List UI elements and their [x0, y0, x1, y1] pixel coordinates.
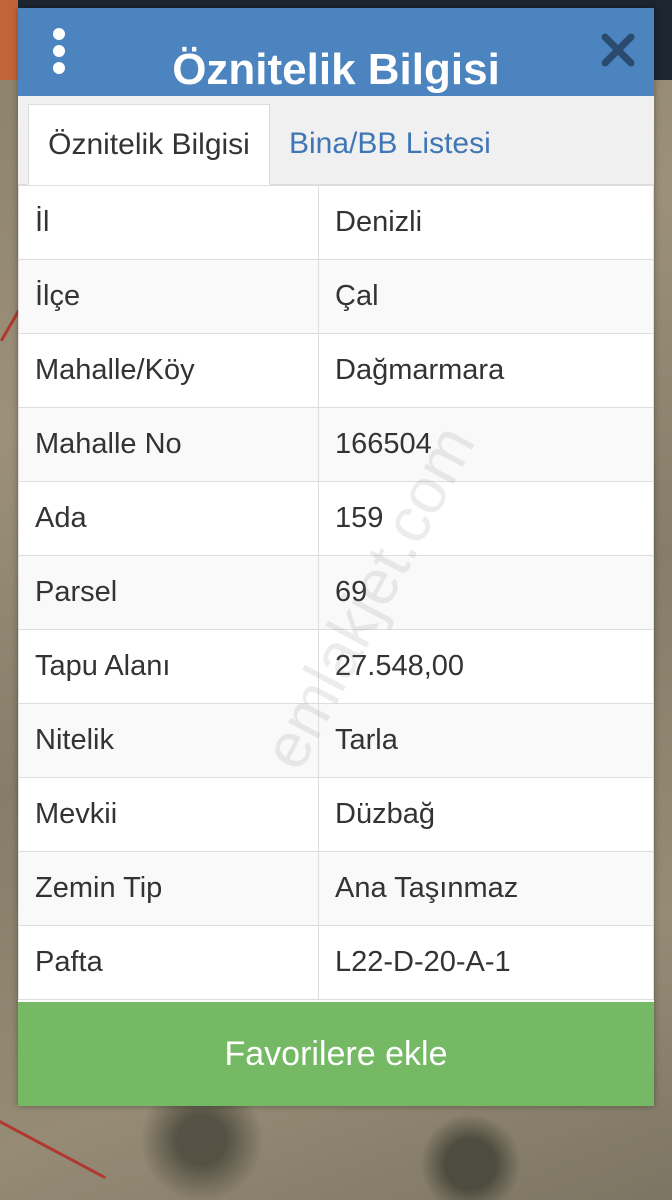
table-row: Mevkii Düzbağ [18, 777, 654, 852]
tab-building-list[interactable]: Bina/BB Listesi [289, 104, 491, 184]
table-row: Parsel 69 [18, 555, 654, 630]
attribute-value: 69 [318, 555, 654, 630]
attribute-key: Pafta [18, 925, 319, 1000]
attribute-value: Dağmarmara [318, 333, 654, 408]
attribute-table: İl Denizli İlçe Çal Mahalle/Köy Dağmarma… [18, 185, 654, 1000]
table-row: İlçe Çal [18, 259, 654, 334]
parcel-boundary-line [0, 1120, 106, 1179]
attribute-value: Çal [318, 259, 654, 334]
attribute-value: 166504 [318, 407, 654, 482]
attribute-key: İlçe [18, 259, 319, 334]
attribute-key: Mahalle/Köy [18, 333, 319, 408]
close-icon[interactable] [600, 32, 636, 68]
attribute-value: Düzbağ [318, 777, 654, 852]
tab-attribute-info[interactable]: Öznitelik Bilgisi [28, 104, 270, 185]
add-to-favorites-button[interactable]: Favorilere ekle [18, 1002, 654, 1106]
attribute-key: Tapu Alanı [18, 629, 319, 704]
attribute-dialog: Öznitelik Bilgisi Öznitelik Bilgisi Bina… [18, 8, 654, 1106]
attribute-key: Ada [18, 481, 319, 556]
attribute-value: 27.548,00 [318, 629, 654, 704]
attribute-key: İl [18, 185, 319, 260]
table-row: Tapu Alanı 27.548,00 [18, 629, 654, 704]
attribute-key: Parsel [18, 555, 319, 630]
table-row: Mahalle/Köy Dağmarmara [18, 333, 654, 408]
table-row: Mahalle No 166504 [18, 407, 654, 482]
map-top-accent [0, 0, 18, 80]
attribute-key: Mevkii [18, 777, 319, 852]
tab-bar: Öznitelik Bilgisi Bina/BB Listesi [18, 96, 654, 185]
table-row: Zemin Tip Ana Taşınmaz [18, 851, 654, 926]
attribute-value: 159 [318, 481, 654, 556]
attribute-value: Denizli [318, 185, 654, 260]
table-row: Pafta L22-D-20-A-1 [18, 925, 654, 1000]
attribute-key: Nitelik [18, 703, 319, 778]
attribute-value: Ana Taşınmaz [318, 851, 654, 926]
attribute-key: Zemin Tip [18, 851, 319, 926]
dialog-title: Öznitelik Bilgisi [172, 45, 500, 94]
attribute-value: Tarla [318, 703, 654, 778]
table-row: İl Denizli [18, 185, 654, 260]
attribute-value: L22-D-20-A-1 [318, 925, 654, 1000]
dialog-header: Öznitelik Bilgisi [18, 8, 654, 96]
attribute-key: Mahalle No [18, 407, 319, 482]
table-row: Nitelik Tarla [18, 703, 654, 778]
table-row: Ada 159 [18, 481, 654, 556]
